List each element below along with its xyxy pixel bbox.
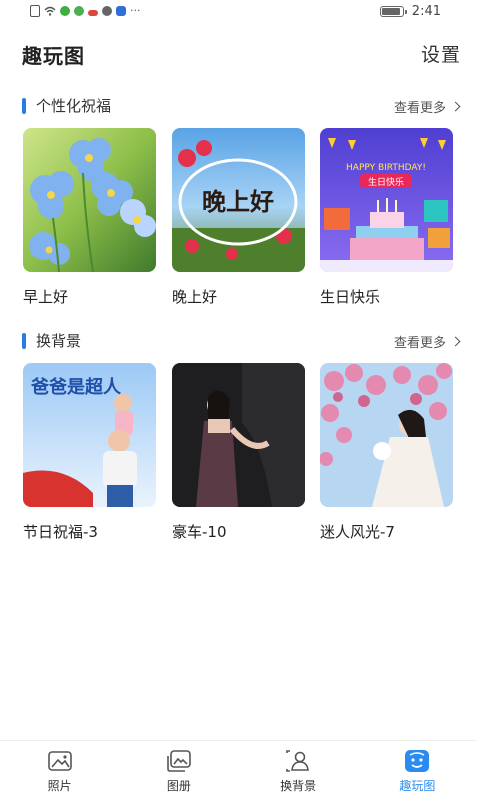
app-notification-icon: [60, 6, 70, 16]
fun-image-icon: [405, 750, 430, 772]
app-notification-icon: [116, 6, 126, 16]
woman-dark-image: [172, 363, 305, 507]
card-overlay-text: HAPPY BIRTHDAY!: [346, 163, 426, 173]
bottom-tab-bar: 照片 图册 换背景 趣玩图: [0, 740, 477, 797]
birthday-cake-image: HAPPY BIRTHDAY! 生日快乐: [320, 128, 453, 272]
tab-fun-image[interactable]: 趣玩图: [358, 741, 477, 797]
see-more-link[interactable]: 查看更多: [393, 332, 461, 351]
tab-album[interactable]: 图册: [119, 741, 238, 797]
template-card[interactable]: 早上好: [23, 128, 156, 307]
tab-label: 趣玩图: [399, 779, 436, 793]
card-overlay-text-2: 生日快乐: [368, 176, 404, 188]
card-thumbnail: 晚上好: [172, 128, 305, 272]
template-card[interactable]: 豪车-10: [172, 363, 305, 542]
evening-greeting-image: 晚上好: [172, 128, 305, 272]
settings-button[interactable]: 设置: [421, 40, 461, 67]
section-title: 换背景: [36, 332, 82, 350]
chevron-right-icon: [450, 336, 461, 347]
card-label: 早上好: [23, 288, 69, 306]
template-card[interactable]: 迷人风光-7: [320, 363, 453, 542]
template-card[interactable]: HAPPY BIRTHDAY! 生日快乐 生日快乐: [320, 128, 453, 307]
tab-photos[interactable]: 照片: [0, 741, 119, 797]
app-notification-icon: [88, 9, 98, 16]
card-thumbnail: HAPPY BIRTHDAY! 生日快乐: [320, 128, 453, 272]
card-thumbnail: [23, 128, 156, 272]
card-label: 生日快乐: [320, 288, 381, 306]
page-title: 趣玩图: [22, 44, 85, 68]
woman-blossoms-image: [320, 363, 453, 507]
card-label: 节日祝福-3: [23, 523, 98, 541]
album-icon: [167, 750, 191, 772]
status-icons: ···: [30, 5, 141, 17]
card-label: 迷人风光-7: [320, 523, 395, 541]
card-thumbnail: [172, 363, 305, 507]
app-screen: ··· 2:41 趣玩图 设置 个性化祝福 查看更多 早上好 晚上好 晚上好 H…: [0, 0, 477, 797]
see-more-link[interactable]: 查看更多: [393, 97, 461, 116]
more-notifications-indicator: ···: [130, 4, 141, 17]
card-label: 晚上好: [172, 288, 218, 306]
card-thumbnail: [320, 363, 453, 507]
card-overlay-text: 爸爸是超人: [30, 376, 122, 398]
section-title: 个性化祝福: [36, 97, 112, 115]
tab-change-background[interactable]: 换背景: [239, 741, 358, 797]
photo-icon: [47, 751, 72, 771]
section-accent-bar: [22, 98, 26, 114]
card-thumbnail: 爸爸是超人: [23, 363, 156, 507]
father-child-image: 爸爸是超人: [23, 363, 156, 507]
section-header-change-background: 换背景 查看更多: [22, 330, 461, 352]
change-background-icon: [286, 750, 310, 772]
section-accent-bar: [22, 333, 26, 349]
tab-label: 换背景: [280, 779, 317, 793]
tab-label: 照片: [47, 779, 72, 793]
card-label: 豪车-10: [172, 523, 227, 541]
section-header-greetings: 个性化祝福 查看更多: [22, 95, 461, 117]
tab-label: 图册: [166, 779, 191, 793]
wifi-icon: [44, 6, 56, 16]
status-bar: ··· 2:41: [0, 0, 477, 24]
template-card[interactable]: 晚上好 晚上好: [172, 128, 305, 307]
status-time: 2:41: [411, 4, 441, 19]
card-overlay-text: 晚上好: [202, 188, 274, 216]
app-notification-icon: [74, 6, 84, 16]
blue-flowers-image: [23, 128, 156, 272]
app-notification-icon: [102, 6, 112, 16]
chevron-right-icon: [450, 101, 461, 112]
battery-icon: [379, 6, 407, 17]
sim-icon: [30, 5, 40, 17]
see-more-label: 查看更多: [393, 101, 446, 116]
see-more-label: 查看更多: [393, 336, 446, 351]
template-card[interactable]: 爸爸是超人 节日祝福-3: [23, 363, 156, 542]
